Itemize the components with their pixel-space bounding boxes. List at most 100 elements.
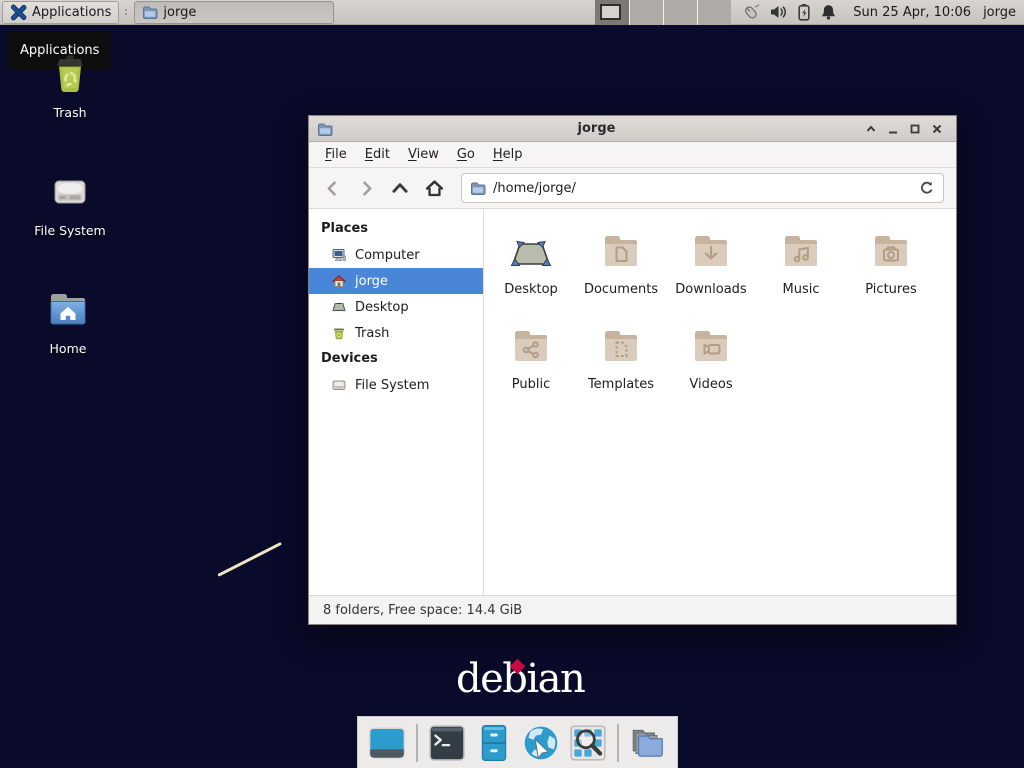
- trash-icon: [331, 325, 347, 341]
- home-folder-icon: [43, 286, 93, 334]
- folder-label: Desktop: [504, 282, 558, 297]
- file-cabinet-icon: [474, 723, 514, 763]
- folder-label: Downloads: [675, 282, 746, 297]
- notification-bell-icon[interactable]: [820, 3, 837, 21]
- up-button[interactable]: [385, 174, 415, 202]
- folder-label: Music: [783, 282, 820, 297]
- desktop-icon-label: Trash: [53, 105, 86, 120]
- desktop-icon-filesystem[interactable]: File System: [20, 168, 120, 238]
- back-button[interactable]: [317, 174, 347, 202]
- desktop-icon-home[interactable]: Home: [18, 286, 118, 356]
- window-folder-icon: [317, 121, 333, 137]
- battery-icon[interactable]: [796, 3, 812, 21]
- sidebar-header-devices: Devices: [309, 346, 483, 372]
- forward-button[interactable]: [351, 174, 381, 202]
- applications-menu-button[interactable]: Applications: [2, 1, 119, 24]
- downloads-folder-icon: [687, 228, 735, 276]
- dock-web-browser-button[interactable]: [520, 722, 562, 764]
- status-bar: 8 folders, Free space: 14.4 GiB: [309, 595, 956, 624]
- folder-videos[interactable]: Videos: [666, 312, 756, 407]
- sidebar-item-trash[interactable]: Trash: [309, 320, 483, 346]
- dock-separator: [416, 724, 418, 762]
- dock-terminal-button[interactable]: [426, 722, 468, 764]
- desktop-icon-label: Home: [50, 341, 87, 356]
- file-manager-body: Places Computer: [309, 209, 956, 595]
- volume-icon[interactable]: [769, 3, 788, 21]
- close-button[interactable]: [926, 119, 948, 139]
- reload-icon[interactable]: [919, 180, 935, 196]
- sidebar-item-label: Desktop: [355, 300, 409, 315]
- desktop-icon-trash[interactable]: Trash: [20, 50, 120, 120]
- drive-icon: [331, 377, 347, 393]
- app-finder-icon: [568, 723, 608, 763]
- path-text: /home/jorge/: [493, 181, 912, 196]
- shade-button[interactable]: [860, 119, 882, 139]
- sidebar-item-computer[interactable]: Computer: [309, 242, 483, 268]
- workspace-window-preview: [600, 4, 621, 20]
- workspace-1[interactable]: [595, 0, 629, 25]
- folder-documents[interactable]: Documents: [576, 217, 666, 312]
- desktop-folder-icon: [507, 228, 555, 276]
- terminal-icon: [427, 723, 467, 763]
- web-browser-icon: [521, 723, 561, 763]
- path-bar[interactable]: /home/jorge/: [461, 173, 944, 203]
- folder-music[interactable]: Music: [756, 217, 846, 312]
- mouse-settings-icon[interactable]: [741, 3, 761, 22]
- menu-view[interactable]: View: [399, 144, 448, 165]
- dock-directory-menu-button[interactable]: [627, 722, 669, 764]
- folder-label: Templates: [588, 377, 654, 392]
- minimize-button[interactable]: [882, 119, 904, 139]
- folder-pictures[interactable]: Pictures: [846, 217, 936, 312]
- folder-label: Documents: [584, 282, 658, 297]
- path-folder-icon: [470, 180, 486, 196]
- window-title: jorge: [333, 121, 860, 136]
- sidebar-item-jorge[interactable]: jorge: [309, 268, 483, 294]
- desktop: Applications jorge: [0, 0, 1024, 768]
- panel-clock[interactable]: Sun 25 Apr, 10:06: [845, 5, 979, 20]
- desktop-icon-label: File System: [34, 223, 106, 238]
- folder-templates[interactable]: Templates: [576, 312, 666, 407]
- folder-downloads[interactable]: Downloads: [666, 217, 756, 312]
- maximize-button[interactable]: [904, 119, 926, 139]
- sidebar-item-label: File System: [355, 378, 429, 393]
- folder-label: Pictures: [865, 282, 916, 297]
- dock-file-manager-button[interactable]: [473, 722, 515, 764]
- sidebar: Places Computer: [309, 209, 484, 595]
- folder-desktop[interactable]: Desktop: [486, 217, 576, 312]
- computer-icon: [331, 247, 347, 263]
- folder-label: Videos: [689, 377, 732, 392]
- folder-public[interactable]: Public: [486, 312, 576, 407]
- panel-username: jorge: [979, 5, 1024, 20]
- panel-handle[interactable]: [122, 3, 130, 21]
- menu-help[interactable]: Help: [484, 144, 532, 165]
- home-icon: [331, 273, 347, 289]
- workspace-4[interactable]: [697, 0, 731, 25]
- menu-go[interactable]: Go: [448, 144, 484, 165]
- menu-file[interactable]: File: [316, 144, 356, 165]
- sidebar-item-file-system[interactable]: File System: [309, 372, 483, 398]
- dock-separator: [617, 724, 619, 762]
- folder-label: Public: [512, 377, 550, 392]
- dock-show-desktop-button[interactable]: [366, 722, 408, 764]
- menu-edit[interactable]: Edit: [356, 144, 399, 165]
- home-button[interactable]: [419, 174, 449, 202]
- window-titlebar[interactable]: jorge: [309, 116, 956, 142]
- stray-line: [217, 542, 282, 577]
- workspace-2[interactable]: [629, 0, 663, 25]
- status-text: 8 folders, Free space: 14.4 GiB: [323, 603, 522, 618]
- sidebar-header-places: Places: [309, 216, 483, 242]
- workspace-3[interactable]: [663, 0, 697, 25]
- dock-app-finder-button[interactable]: [567, 722, 609, 764]
- dock-panel: [357, 716, 678, 768]
- workspace-switcher: [595, 0, 731, 25]
- sidebar-item-desktop[interactable]: Desktop: [309, 294, 483, 320]
- xfce-logo-icon: [10, 4, 27, 21]
- hard-drive-icon: [45, 168, 95, 216]
- taskbar-window-label: jorge: [163, 5, 196, 20]
- trash-icon: [46, 50, 94, 98]
- public-folder-icon: [507, 323, 555, 371]
- templates-folder-icon: [597, 323, 645, 371]
- taskbar-window-button[interactable]: jorge: [134, 1, 334, 24]
- sidebar-item-label: Computer: [355, 248, 420, 263]
- documents-folder-icon: [597, 228, 645, 276]
